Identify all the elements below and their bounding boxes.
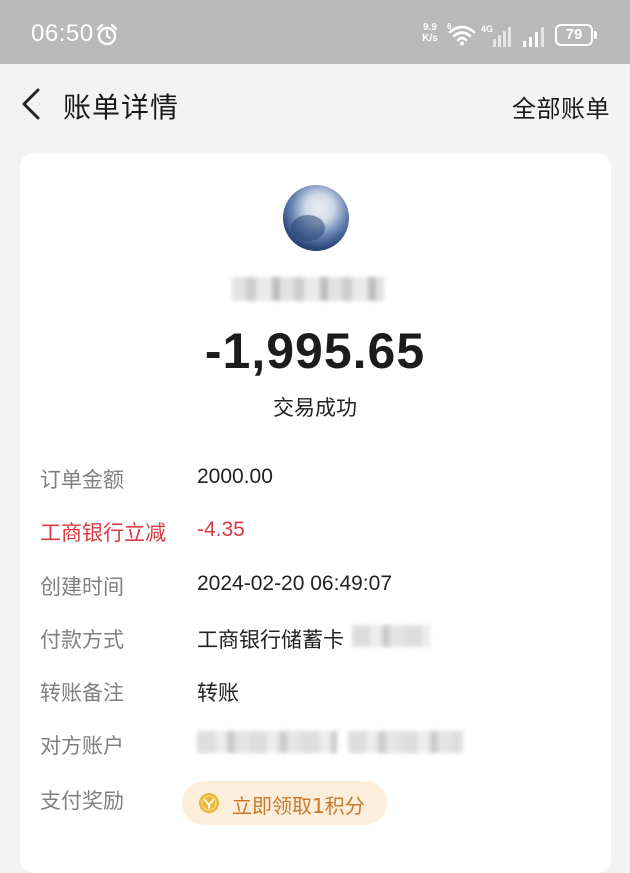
net-speed-value: 9.9 bbox=[423, 22, 437, 33]
row-label-bank-discount: 工商银行立减 bbox=[40, 521, 166, 545]
row-label-order-amount: 订单金额 bbox=[40, 468, 124, 492]
row-value-payment-method: 工商银行储蓄卡 bbox=[197, 628, 344, 652]
coin-icon bbox=[199, 793, 219, 813]
claim-points-button[interactable]: 立即领取1积分 bbox=[182, 781, 387, 825]
signal-icon bbox=[493, 27, 511, 47]
status-bar: 06:50 9.9 K/s 6 4G 79 bbox=[0, 0, 630, 64]
battery-icon: 79 bbox=[555, 24, 593, 46]
page-title: 账单详情 bbox=[63, 91, 180, 124]
row-label-transfer-note: 转账备注 bbox=[40, 681, 124, 705]
nav-bar: 账单详情 全部账单 bbox=[0, 64, 630, 144]
row-value-bank-discount: -4.35 bbox=[197, 518, 245, 541]
row-value-created-time: 2024-02-20 06:49:07 bbox=[197, 572, 392, 595]
alarm-icon bbox=[96, 24, 118, 46]
wifi-icon bbox=[448, 25, 476, 46]
all-bills-link[interactable]: 全部账单 bbox=[512, 89, 610, 124]
net-speed: 9.9 K/s bbox=[419, 22, 441, 44]
counterparty-account-redacted bbox=[348, 731, 463, 753]
row-label-created-time: 创建时间 bbox=[40, 575, 124, 599]
row-label-payment-reward: 支付奖励 bbox=[40, 789, 124, 813]
row-label-payment-method: 付款方式 bbox=[40, 628, 124, 652]
row-value-order-amount: 2000.00 bbox=[197, 465, 273, 488]
bill-detail-card bbox=[20, 153, 611, 873]
signal-icon bbox=[523, 27, 544, 47]
row-label-counterparty-account: 对方账户 bbox=[40, 734, 124, 758]
counterparty-name-redacted bbox=[197, 731, 337, 753]
row-value-transfer-note: 转账 bbox=[197, 681, 239, 705]
battery-tip bbox=[594, 31, 597, 39]
transaction-amount: -1,995.65 bbox=[204, 323, 426, 379]
back-arrow-icon[interactable] bbox=[18, 85, 44, 123]
payee-avatar bbox=[283, 185, 349, 251]
net-speed-unit: K/s bbox=[422, 33, 438, 44]
card-number-redacted bbox=[352, 625, 430, 647]
status-time: 06:50 bbox=[31, 20, 94, 47]
claim-points-label: 立即领取1积分 bbox=[232, 794, 365, 818]
transaction-status: 交易成功 bbox=[273, 396, 357, 420]
payee-name-redacted bbox=[232, 277, 384, 301]
